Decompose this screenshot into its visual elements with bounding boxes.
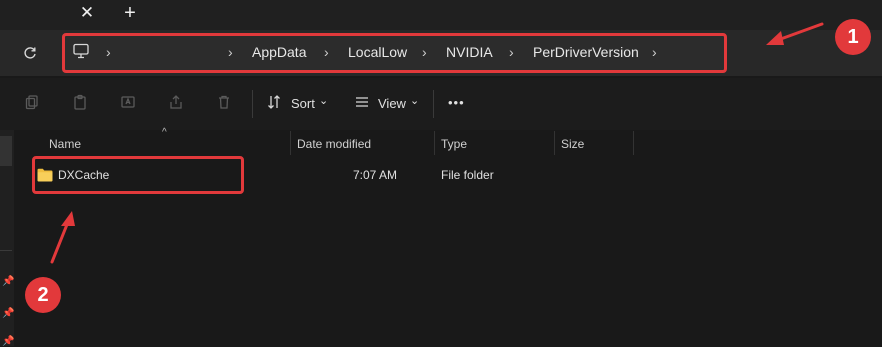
annotation-arrows bbox=[50, 22, 824, 264]
annotation-badge-1: 1 bbox=[835, 19, 871, 55]
annotation-arrow-1 bbox=[776, 22, 824, 42]
annotation-arrow-2 bbox=[50, 220, 70, 264]
annotation-arrowhead-2 bbox=[61, 211, 75, 226]
annotation-badge-2: 2 bbox=[25, 277, 61, 313]
annotation-arrowhead-1 bbox=[766, 31, 784, 45]
